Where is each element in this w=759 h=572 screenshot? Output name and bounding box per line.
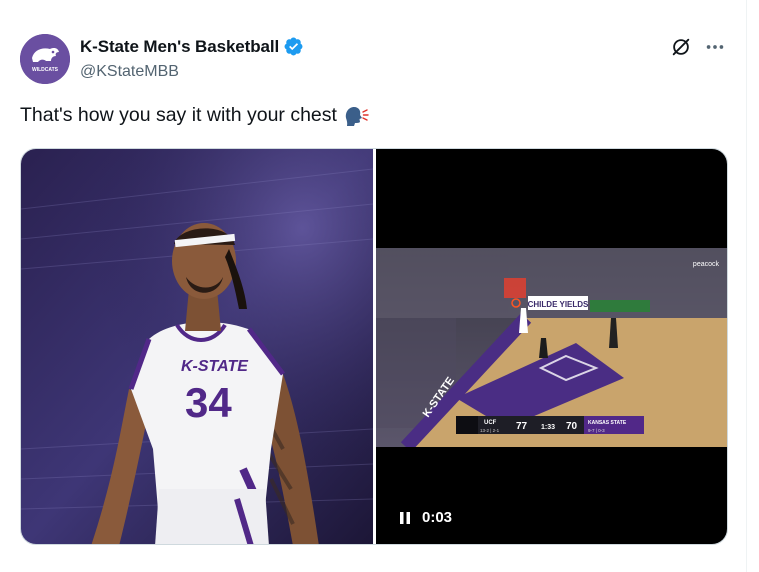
video-frame: K-STATE CHILDE YIELDS peacock UCF 13-2 |… bbox=[376, 248, 727, 447]
tweet-text-row: That's how you say it with your chest bbox=[20, 104, 369, 127]
verified-badge-icon bbox=[284, 37, 303, 56]
avatar-caption: WILDCATS bbox=[32, 67, 59, 73]
away-team: KANSAS STATE bbox=[588, 420, 627, 426]
avatar[interactable]: WILDCATS bbox=[20, 34, 70, 84]
author-name-row: K-State Men's Basketball bbox=[80, 36, 304, 57]
player-photo-image: K-STATE 34 bbox=[21, 149, 373, 544]
away-record: 9-7 | 0-3 bbox=[588, 428, 605, 433]
home-score: 77 bbox=[516, 421, 528, 432]
tweet-media: K-STATE 34 K-STATE CHILDE YIELDS peacock… bbox=[20, 148, 728, 545]
speaking-head-emoji bbox=[345, 106, 369, 126]
scoreboard: UCF 13-2 | 2-1 77 1:33 70 KANSAS STATE 9… bbox=[456, 416, 644, 434]
broadcast-logo: peacock bbox=[693, 261, 720, 268]
pause-icon[interactable] bbox=[398, 511, 412, 525]
display-name[interactable]: K-State Men's Basketball bbox=[80, 37, 279, 57]
courtside-ad-text: CHILDE YIELDS bbox=[528, 300, 589, 309]
wildcat-logo-icon: WILDCATS bbox=[20, 34, 70, 84]
away-score: 70 bbox=[566, 421, 578, 432]
handle[interactable]: @KStateMBB bbox=[80, 63, 179, 81]
jersey-number-text: 34 bbox=[185, 379, 232, 426]
tweet-text: That's how you say it with your chest bbox=[20, 104, 337, 126]
video-controls: 0:03 bbox=[398, 509, 452, 526]
video-player[interactable]: K-STATE CHILDE YIELDS peacock UCF 13-2 |… bbox=[376, 149, 727, 544]
grok-icon[interactable] bbox=[670, 36, 692, 58]
home-record: 13-2 | 2-1 bbox=[480, 428, 500, 433]
video-timestamp: 0:03 bbox=[422, 509, 453, 526]
timeline-border bbox=[746, 0, 747, 572]
game-clock: 1:33 bbox=[541, 424, 555, 431]
player-photo[interactable]: K-STATE 34 bbox=[21, 149, 373, 544]
home-team: UCF bbox=[484, 420, 497, 426]
jersey-team-text: K-STATE bbox=[181, 358, 249, 375]
more-icon[interactable] bbox=[704, 36, 726, 58]
